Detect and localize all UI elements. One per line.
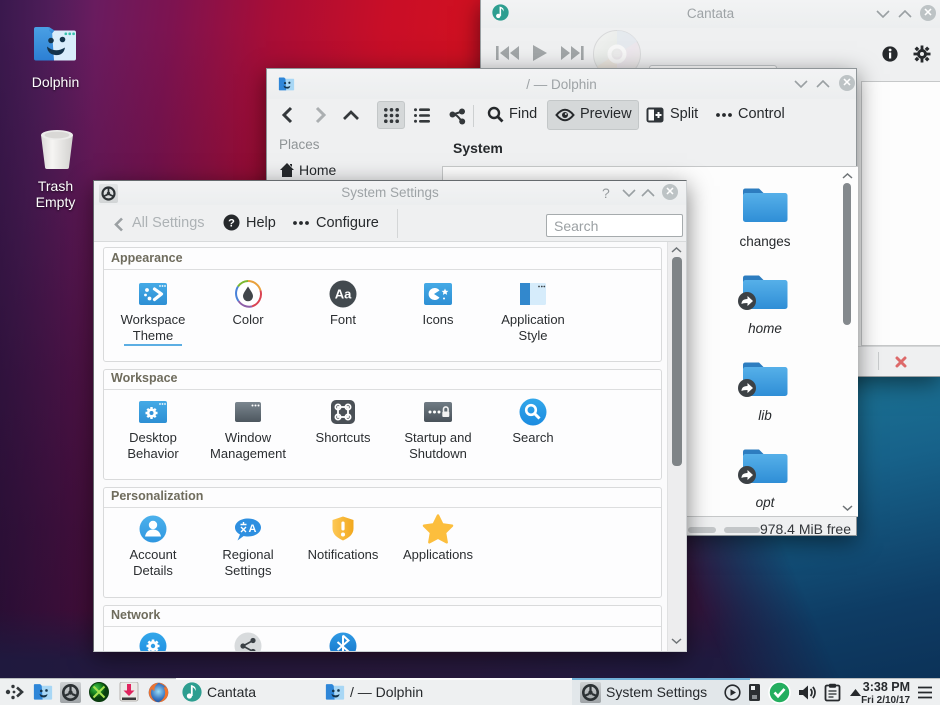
svg-text:Aa: Aa [335,287,352,302]
svg-text:?: ? [228,218,235,230]
svg-text:A: A [249,523,257,535]
